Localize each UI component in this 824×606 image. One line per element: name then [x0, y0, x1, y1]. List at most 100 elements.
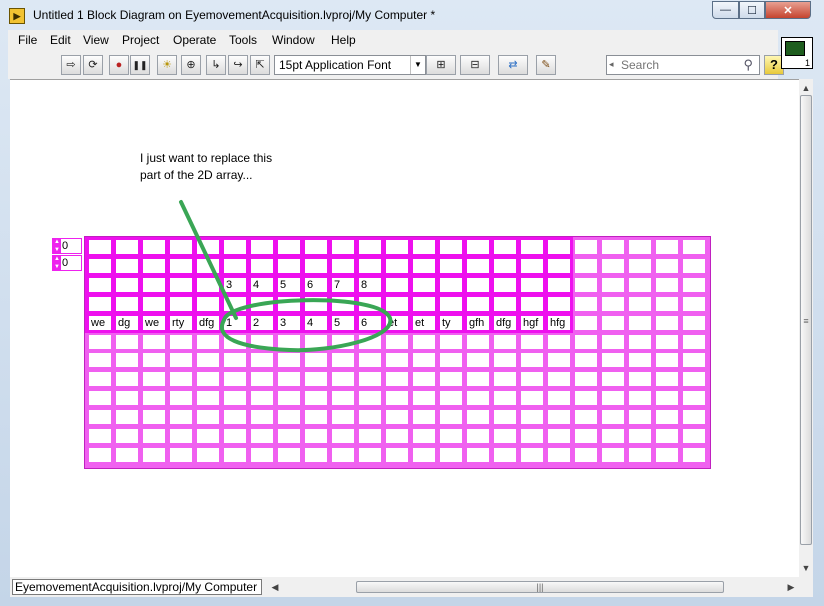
array-empty-element[interactable] — [656, 240, 678, 254]
array-element[interactable] — [548, 240, 570, 254]
array-empty-element[interactable] — [494, 410, 516, 425]
menu-edit[interactable]: Edit — [50, 33, 71, 47]
array-element[interactable] — [521, 277, 543, 292]
array-empty-element[interactable] — [521, 429, 543, 443]
array-empty-element[interactable] — [494, 372, 516, 387]
abort-button[interactable]: ● — [109, 55, 129, 75]
array-empty-element[interactable] — [89, 334, 111, 349]
array-element[interactable] — [116, 277, 138, 292]
array-element[interactable] — [521, 240, 543, 254]
array-empty-element[interactable] — [224, 334, 246, 349]
array-element[interactable]: 6 — [305, 277, 327, 292]
array-element[interactable]: 3 — [278, 315, 300, 330]
array-empty-element[interactable] — [440, 429, 462, 443]
array-element[interactable] — [251, 296, 273, 311]
array-empty-element[interactable] — [89, 410, 111, 425]
minimize-button[interactable]: — — [712, 1, 739, 19]
array-empty-element[interactable] — [224, 447, 246, 462]
array-element[interactable]: 4 — [251, 277, 273, 292]
array-empty-element[interactable] — [548, 334, 570, 349]
array-element[interactable]: 4 — [305, 315, 327, 330]
array-element[interactable] — [170, 277, 192, 292]
array-element[interactable] — [278, 296, 300, 311]
array-empty-element[interactable] — [143, 447, 165, 462]
array-element[interactable] — [494, 258, 516, 273]
array-empty-element[interactable] — [332, 391, 354, 406]
array-empty-element[interactable] — [386, 447, 408, 462]
array-element[interactable] — [440, 258, 462, 273]
array-empty-element[interactable] — [413, 429, 435, 443]
array-element[interactable]: dg — [116, 315, 138, 330]
array-empty-element[interactable] — [359, 410, 381, 425]
array-element[interactable] — [89, 240, 111, 254]
array-empty-element[interactable] — [494, 391, 516, 406]
array-empty-element[interactable] — [278, 429, 300, 443]
array-empty-element[interactable] — [332, 334, 354, 349]
array-empty-element[interactable] — [575, 240, 597, 254]
array-element[interactable] — [305, 240, 327, 254]
array-empty-element[interactable] — [521, 353, 543, 368]
array-empty-element[interactable] — [89, 353, 111, 368]
array-empty-element[interactable] — [359, 447, 381, 462]
array-empty-element[interactable] — [116, 429, 138, 443]
step-into-button[interactable]: ↳ — [206, 55, 226, 75]
array-element[interactable] — [413, 240, 435, 254]
array-empty-element[interactable] — [413, 372, 435, 387]
vertical-scrollbar[interactable]: ▲ ≡ ▼ — [799, 79, 813, 577]
menu-operate[interactable]: Operate — [173, 33, 216, 47]
row-index-value[interactable]: 0 — [61, 239, 81, 253]
array-element[interactable]: rty — [170, 315, 192, 330]
array-row-index[interactable]: ▲ ▼ 0 — [52, 238, 82, 254]
array-element[interactable] — [413, 277, 435, 292]
array-element[interactable]: et — [413, 315, 435, 330]
array-element[interactable]: ty — [440, 315, 462, 330]
array-empty-element[interactable] — [521, 447, 543, 462]
array-empty-element[interactable] — [548, 429, 570, 443]
array-empty-element[interactable] — [602, 410, 624, 425]
array-empty-element[interactable] — [629, 334, 651, 349]
array-empty-element[interactable] — [683, 240, 705, 254]
array-empty-element[interactable] — [251, 410, 273, 425]
array-empty-element[interactable] — [629, 258, 651, 273]
array-empty-element[interactable] — [467, 353, 489, 368]
array-empty-element[interactable] — [629, 429, 651, 443]
array-empty-element[interactable] — [143, 372, 165, 387]
array-empty-element[interactable] — [224, 372, 246, 387]
array-column-index[interactable]: ▲ ▼ 0 — [52, 255, 82, 271]
array-empty-element[interactable] — [683, 447, 705, 462]
array-element[interactable] — [359, 296, 381, 311]
array-empty-element[interactable] — [440, 447, 462, 462]
project-context-path[interactable]: EyemovementAcquisition.lvproj/My Compute… — [12, 579, 262, 595]
array-empty-element[interactable] — [656, 429, 678, 443]
array-element[interactable] — [332, 296, 354, 311]
array-empty-element[interactable] — [143, 353, 165, 368]
array-element[interactable] — [548, 277, 570, 292]
array-empty-element[interactable] — [359, 334, 381, 349]
array-empty-element[interactable] — [251, 447, 273, 462]
array-empty-element[interactable] — [575, 353, 597, 368]
array-element[interactable] — [305, 258, 327, 273]
array-element[interactable] — [170, 258, 192, 273]
array-empty-element[interactable] — [197, 353, 219, 368]
array-empty-element[interactable] — [683, 334, 705, 349]
array-empty-element[interactable] — [170, 391, 192, 406]
array-empty-element[interactable] — [656, 334, 678, 349]
array-empty-element[interactable] — [251, 353, 273, 368]
array-empty-element[interactable] — [548, 372, 570, 387]
pause-button[interactable]: ❚❚ — [130, 55, 150, 75]
array-empty-element[interactable] — [197, 410, 219, 425]
array-element[interactable] — [278, 258, 300, 273]
array-empty-element[interactable] — [305, 353, 327, 368]
array-empty-element[interactable] — [629, 277, 651, 292]
array-empty-element[interactable] — [467, 334, 489, 349]
array-empty-element[interactable] — [278, 447, 300, 462]
maximize-button[interactable]: ☐ — [739, 1, 765, 19]
array-empty-element[interactable] — [575, 410, 597, 425]
array-empty-element[interactable] — [332, 410, 354, 425]
array-element[interactable] — [467, 277, 489, 292]
array-empty-element[interactable] — [683, 353, 705, 368]
array-empty-element[interactable] — [575, 429, 597, 443]
array-empty-element[interactable] — [656, 372, 678, 387]
array-element[interactable] — [467, 240, 489, 254]
array-element[interactable] — [386, 258, 408, 273]
